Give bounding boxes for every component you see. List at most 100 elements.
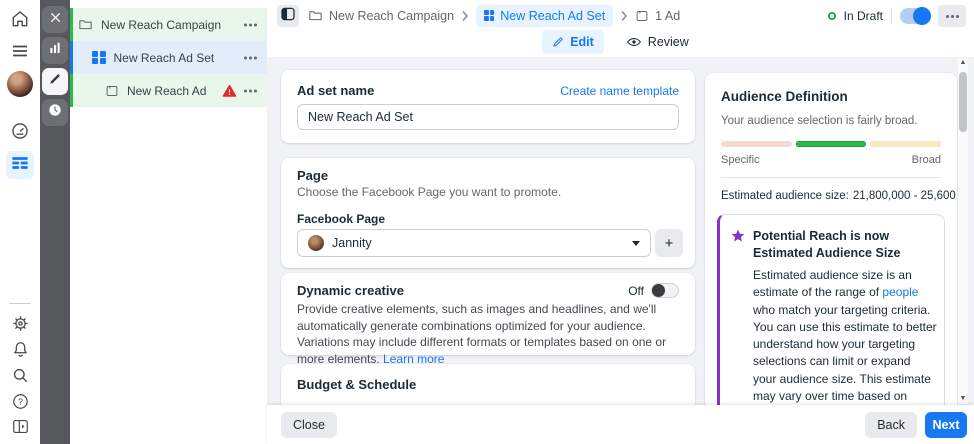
folder-icon (308, 8, 323, 23)
ad-frame-icon (105, 84, 119, 98)
scroll-down-arrow[interactable]: ▼ (958, 394, 968, 404)
toggle-state-label: Off (628, 284, 644, 298)
tree-item-adset[interactable]: New Reach Ad Set (70, 41, 267, 74)
breadcrumb-adset-label: New Reach Ad Set (500, 9, 605, 23)
tree-item-campaign[interactable]: New Reach Campaign (70, 8, 267, 41)
create-name-template-link[interactable]: Create name template (560, 84, 679, 98)
people-link[interactable]: people (882, 285, 918, 299)
edit-content-area: Ad set name Create name template Page Ch… (267, 57, 974, 444)
question-icon: ? (11, 392, 30, 416)
divider (891, 8, 892, 24)
scrollbar-thumb[interactable] (959, 72, 967, 132)
collapse-tree-button[interactable] (277, 5, 299, 27)
tree-item-label: New Reach Campaign (101, 18, 221, 32)
back-button[interactable]: Back (865, 412, 917, 438)
account-avatar[interactable] (6, 70, 34, 98)
close-icon (49, 11, 62, 29)
clock-icon (47, 102, 63, 123)
notice-title: Potential Reach is now Estimated Audienc… (753, 228, 933, 262)
main-region: New Reach Campaign New Reach Ad Set 1 Ad… (267, 0, 974, 444)
footer-bar: Close Back Next (267, 405, 974, 444)
more-options-icon[interactable] (244, 23, 257, 26)
meter-segment-current (796, 141, 867, 147)
avatar (7, 71, 33, 97)
panel-title: Audience Definition (721, 89, 848, 104)
close-editor-button[interactable] (42, 6, 68, 33)
tab-edit[interactable]: Edit (542, 30, 604, 54)
edit-mode-button[interactable] (42, 68, 68, 95)
meter-segment-broad (870, 141, 941, 147)
dynamic-creative-toggle-cluster: Off (628, 283, 679, 298)
adset-grid-icon (484, 10, 494, 20)
dynamic-creative-card: Dynamic creative Off Provide creative el… (281, 273, 695, 355)
performance-button[interactable] (42, 37, 68, 64)
meter-label-broad: Broad (912, 154, 941, 166)
help-button[interactable]: ? (6, 390, 34, 418)
star-icon (730, 228, 746, 244)
search-button[interactable] (6, 364, 34, 392)
ad-set-name-card: Ad set name Create name template (281, 70, 695, 143)
breadcrumb-ad[interactable]: 1 Ad (635, 9, 680, 23)
close-button[interactable]: Close (281, 412, 337, 438)
pencil-icon (552, 36, 564, 48)
status-cluster: In Draft (828, 5, 966, 27)
menu-button[interactable] (6, 39, 34, 67)
estimate-label: Estimated audience size: (721, 190, 849, 202)
add-page-button[interactable]: + (655, 229, 683, 257)
error-warning-icon[interactable] (222, 83, 237, 98)
collapse-rail-button[interactable] (6, 415, 34, 443)
page-card: Page Choose the Facebook Page you want t… (281, 158, 695, 268)
section-title: Dynamic creative (297, 283, 404, 298)
more-options-icon[interactable] (244, 89, 257, 92)
audience-breadth-meter (721, 141, 941, 147)
history-button[interactable] (42, 99, 68, 126)
dynamic-creative-toggle[interactable] (651, 283, 679, 298)
adset-grid-icon (92, 51, 106, 65)
ads-reporting-button[interactable] (6, 119, 34, 147)
bar-chart-icon (48, 41, 62, 60)
section-title: Ad set name (297, 83, 374, 98)
page-avatar (308, 235, 324, 251)
divider (721, 177, 941, 178)
toggle-knob (652, 284, 665, 297)
notifications-button[interactable] (6, 338, 34, 366)
chevron-right-icon (620, 10, 628, 22)
campaigns-table-icon (11, 154, 29, 177)
more-options-icon[interactable] (244, 56, 257, 59)
search-icon (11, 366, 30, 390)
description-text: Provide creative elements, such as image… (297, 302, 666, 366)
active-toggle[interactable] (900, 8, 930, 24)
meter-label-specific: Specific (721, 154, 760, 166)
draft-status-icon (828, 12, 836, 20)
campaign-accent-bar (70, 8, 73, 41)
hamburger-icon (11, 42, 29, 65)
breadcrumb-ad-label: 1 Ad (655, 9, 680, 23)
facebook-page-select[interactable]: Jannity (297, 229, 651, 257)
meter-segment-specific (721, 141, 792, 147)
breadcrumb-campaign[interactable]: New Reach Campaign (308, 8, 454, 23)
next-button[interactable]: Next (925, 412, 967, 438)
section-title: Budget & Schedule (297, 377, 416, 392)
status-badge: In Draft (844, 9, 883, 23)
mode-tabs: Edit Review (267, 30, 974, 54)
breadcrumb-adset[interactable]: New Reach Ad Set (476, 5, 613, 27)
scroll-up-arrow[interactable]: ▲ (958, 58, 968, 68)
tab-review-label: Review (648, 35, 689, 49)
more-actions-button[interactable] (938, 5, 966, 27)
chevron-right-icon (461, 10, 469, 22)
tab-review[interactable]: Review (616, 30, 699, 54)
campaign-tree-panel: New Reach Campaign New Reach Ad Set New … (70, 0, 267, 444)
home-button[interactable] (6, 7, 34, 35)
more-options-icon (946, 15, 959, 18)
ads-manager-button[interactable] (6, 151, 34, 179)
svg-text:?: ? (18, 397, 23, 407)
tree-item-label: New Reach Ad Set (114, 51, 215, 65)
bell-icon (11, 340, 30, 364)
selected-page-name: Jannity (332, 236, 624, 250)
settings-button[interactable] (6, 312, 34, 340)
ad-set-name-input[interactable] (297, 104, 679, 130)
eye-icon (626, 34, 642, 50)
pencil-icon (48, 72, 62, 91)
tree-item-ad[interactable]: New Reach Ad (70, 74, 267, 107)
toggle-knob (913, 7, 931, 25)
